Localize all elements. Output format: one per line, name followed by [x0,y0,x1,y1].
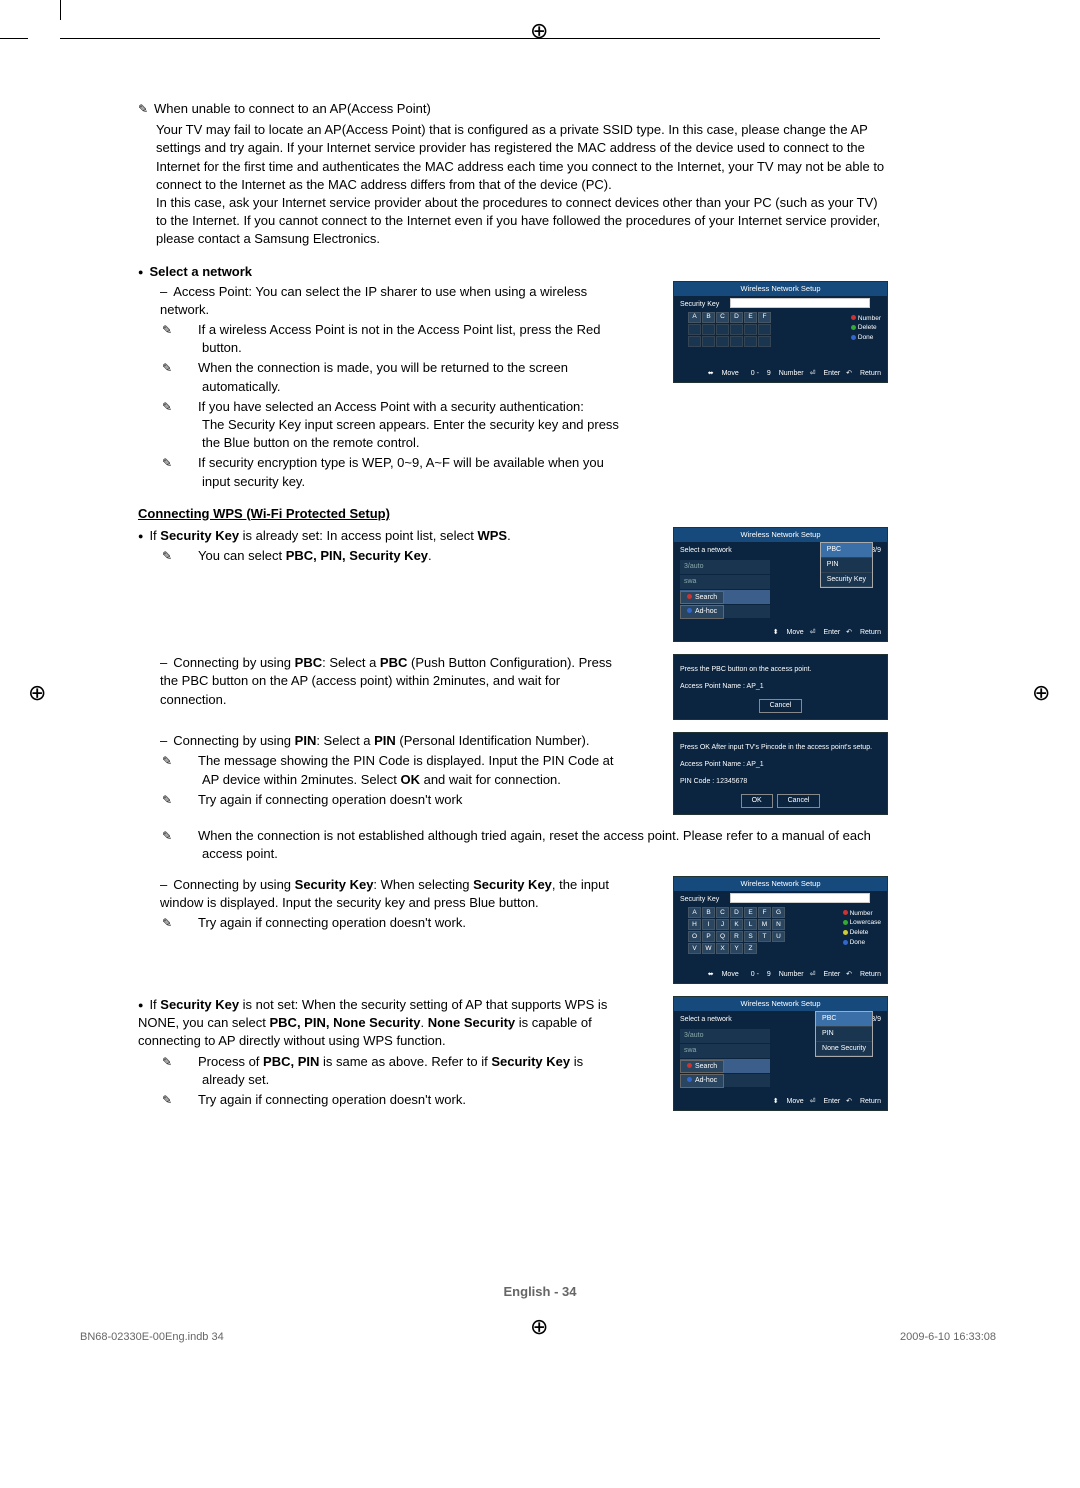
page-content: ✎When unable to connect to an AP(Access … [138,100,888,1123]
note-text: When unable to connect to an AP(Access P… [154,101,431,116]
tv-screenshot-select-network-seckey: Wireless Network Setup Select a network3… [673,527,888,642]
registration-mark: ⊕ [530,16,548,47]
list-item: If Security Key is already set: In acces… [138,527,628,545]
footer-timestamp: 2009-6-10 16:33:08 [900,1330,996,1345]
note-item: ✎If you have selected an Access Point wi… [182,398,628,453]
note-item: ✎If a wireless Access Point is not in th… [182,321,628,357]
paragraph: Your TV may fail to locate an AP(Access … [156,121,888,194]
page-number: English - 34 [0,1283,1080,1301]
list-item: Connecting by using PIN: Select a PIN (P… [160,732,628,750]
section-title: Select a network [149,264,252,279]
note-item: ✎The message showing the PIN Code is dis… [182,752,628,788]
tv-screenshot-select-network-nonesec: Wireless Network Setup Select a network3… [673,996,888,1111]
list-item: Access Point: You can select the IP shar… [160,283,628,319]
tv-screenshot-pin: Press OK After input TV's Pincode in the… [673,732,888,815]
tv-screenshot-pbc: Press the PBC button on the access point… [673,654,888,720]
note-item: ✎When the connection is not established … [182,827,888,863]
registration-mark: ⊕ [28,678,46,709]
footer-filename: BN68-02330E-00Eng.indb 34 [80,1330,224,1345]
tv-screenshot-security-key-af: Wireless Network Setup Security Key ABCD… [673,281,888,383]
note-icon: ✎ [138,101,152,118]
list-item: Connecting by using Security Key: When s… [160,876,628,912]
note-item: ✎When the connection is made, you will b… [182,359,628,395]
note-item: ✎Try again if connecting operation doesn… [182,914,628,932]
note-item: ✎You can select PBC, PIN, Security Key. [182,547,628,565]
registration-mark: ⊕ [530,1312,548,1343]
note-item: ✎Try again if connecting operation doesn… [182,791,628,809]
note-item: ✎Try again if connecting operation doesn… [182,1091,628,1109]
paragraph: In this case, ask your Internet service … [156,194,888,249]
list-item: If Security Key is not set: When the sec… [138,996,628,1051]
list-item: Connecting by using PBC: Select a PBC (P… [160,654,628,709]
crop-line [0,38,28,39]
crop-line [60,38,880,39]
crop-line [60,0,61,20]
note-item: ✎Process of PBC, PIN is same as above. R… [182,1053,628,1089]
tv-screenshot-security-key-full: Wireless Network Setup Security Key ABCD… [673,876,888,984]
registration-mark: ⊕ [1032,678,1050,709]
note-item: ✎If security encryption type is WEP, 0~9… [182,454,628,490]
section-heading: Connecting WPS (Wi-Fi Protected Setup) [138,505,888,523]
